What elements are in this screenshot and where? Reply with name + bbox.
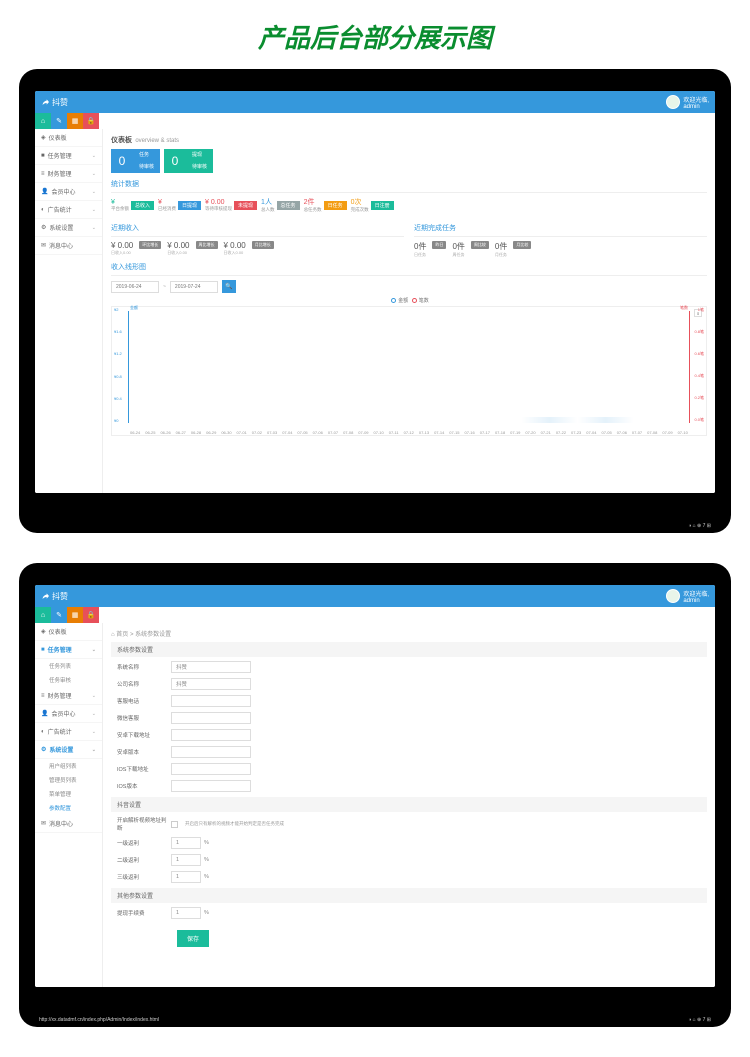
field-1-input[interactable] (171, 678, 251, 690)
income-chart: ⬇ 金额 笔数 ¥2¥1.6¥1.2¥0.8¥0.4¥0 1笔0.8笔0.6笔0… (111, 306, 707, 436)
field-6-input[interactable] (171, 763, 251, 775)
tile-withdraw-pending[interactable]: 0 提现待审核 (164, 149, 213, 173)
status-bar: http://xx.datadmf.cn/index.php/Admin/Ind… (39, 1015, 711, 1025)
sidebar-sub-admin[interactable]: 管理员列表 (35, 773, 102, 787)
toolbar: ⌂ ✎ ▦ 🔒 (35, 113, 99, 129)
field-0-input[interactable] (171, 661, 251, 673)
sidebar-item-finance[interactable]: ≡ 财务管理⌄ (35, 687, 102, 705)
main-content: 仪表板 overview & stats 0 任务待审核 0 提现待审核 统计数… (103, 129, 715, 493)
sidebar-item-dashboard[interactable]: ◈ 仪表板 (35, 623, 102, 641)
section-stats: 统计数据 (111, 179, 707, 193)
sidebar-item-ads[interactable]: ◐ 广告统计⌄ (35, 723, 102, 741)
sidebar-item-task[interactable]: ■ 任务管理⌄ (35, 147, 102, 165)
sidebar-sub-tasklist[interactable]: 任务列表 (35, 659, 102, 673)
grid-icon[interactable]: ▦ (67, 607, 83, 623)
user-area[interactable]: 欢迎光临,admin (666, 589, 709, 604)
field-4-input[interactable] (171, 729, 251, 741)
sidebar-item-member[interactable]: 👤 会员中心⌄ (35, 183, 102, 201)
section-douyin: 抖音设置 (111, 797, 707, 812)
field-2-input[interactable] (171, 695, 251, 707)
checkbox-row: 开启解析视频地址判断 开启后只有解析的视频才能开始判定是否任务完成 (111, 816, 707, 832)
page-title: 产品后台部分展示图 (0, 0, 750, 69)
lock-icon[interactable]: 🔒 (83, 607, 99, 623)
topbar: 抖赞 欢迎光临,admin (35, 91, 715, 113)
section-chart: 收入线形图 (111, 262, 707, 276)
search-button[interactable]: 🔍 (222, 280, 236, 293)
avatar[interactable] (666, 95, 680, 109)
field-7-input[interactable] (171, 780, 251, 792)
sidebar-item-message[interactable]: ✉ 消息中心 (35, 237, 102, 255)
pct-1-input[interactable] (171, 854, 201, 866)
metrics-row: ¥平台余额总收入 ¥已经消费日提现 ¥ 0.00等待审核提现未提现 1人总人数总… (111, 197, 707, 213)
home-icon[interactable]: ⌂ (35, 607, 51, 623)
breadcrumb: ⌂ 首页 > 系统参数设置 (111, 629, 707, 638)
save-button[interactable]: 保存 (177, 930, 209, 947)
apple-logo-icon (367, 999, 383, 1015)
field-5-input[interactable] (171, 746, 251, 758)
breadcrumb: 仪表板 overview & stats (111, 135, 707, 145)
monitor-2: 抖赞 欢迎光临,admin ⌂ ✎ ▦ 🔒 ◈ 仪表板 ■ 任务管理⌄ 任务列表… (19, 563, 731, 1027)
sidebar-item-ads[interactable]: ◐ 广告统计⌄ (35, 201, 102, 219)
sidebar-item-system[interactable]: ⚙ 系统设置⌄ (35, 741, 102, 759)
parse-checkbox[interactable] (171, 821, 178, 828)
brand: 抖赞 (41, 97, 68, 108)
pct-0-input[interactable] (171, 837, 201, 849)
sidebar-sub-menu[interactable]: 菜单管理 (35, 787, 102, 801)
section-tasks: 近期完成任务 (414, 223, 707, 237)
user-area[interactable]: 欢迎光临,admin (666, 95, 709, 110)
grid-icon[interactable]: ▦ (67, 113, 83, 129)
chart-legend: 金额 笔数 (111, 297, 707, 304)
field-3-input[interactable] (171, 712, 251, 724)
sidebar-sub-params[interactable]: 参数配置 (35, 801, 102, 815)
lock-icon[interactable]: 🔒 (83, 113, 99, 129)
section-sys-params: 系统参数设置 (111, 642, 707, 657)
section-income: 近期收入 (111, 223, 404, 237)
section-other: 其他参数设置 (111, 888, 707, 903)
status-bar: ◑ ⌂ ⊕ 7 ⊞ (39, 521, 711, 531)
edit-icon[interactable]: ✎ (51, 113, 67, 129)
sidebar-item-message[interactable]: ✉ 消息中心 (35, 815, 102, 833)
monitor-1: 抖赞 欢迎光临,admin ⌂ ✎ ▦ 🔒 ◈ 仪表板 ■ 任务管理⌄ ≡ 财务… (19, 69, 731, 533)
sidebar-item-system[interactable]: ⚙ 系统设置⌄ (35, 219, 102, 237)
date-from-input[interactable] (111, 281, 159, 293)
sidebar: ◈ 仪表板 ■ 任务管理⌄ 任务列表 任务审核 ≡ 财务管理⌄ 👤 会员中心⌄ … (35, 623, 103, 987)
main-content: ⌂ 首页 > 系统参数设置 系统参数设置 系统名称公司名称客服电话微信客服安卓下… (103, 623, 715, 987)
sidebar-item-dashboard[interactable]: ◈ 仪表板 (35, 129, 102, 147)
sidebar-item-task[interactable]: ■ 任务管理⌄ (35, 641, 102, 659)
leaf-icon (41, 98, 49, 106)
sidebar-item-finance[interactable]: ≡ 财务管理⌄ (35, 165, 102, 183)
sidebar: ◈ 仪表板 ■ 任务管理⌄ ≡ 财务管理⌄ 👤 会员中心⌄ ◐ 广告统计⌄ ⚙ … (35, 129, 103, 493)
topbar: 抖赞 欢迎光临,admin (35, 585, 715, 607)
edit-icon[interactable]: ✎ (51, 607, 67, 623)
fee-input[interactable] (171, 907, 201, 919)
sidebar-item-member[interactable]: 👤 会员中心⌄ (35, 705, 102, 723)
tile-task-pending[interactable]: 0 任务待审核 (111, 149, 160, 173)
apple-logo-icon (367, 505, 383, 521)
home-icon[interactable]: ⌂ (35, 113, 51, 129)
sidebar-sub-taskreview[interactable]: 任务审核 (35, 673, 102, 687)
sidebar-sub-usergroup[interactable]: 用户组列表 (35, 759, 102, 773)
date-to-input[interactable] (170, 281, 218, 293)
pct-2-input[interactable] (171, 871, 201, 883)
